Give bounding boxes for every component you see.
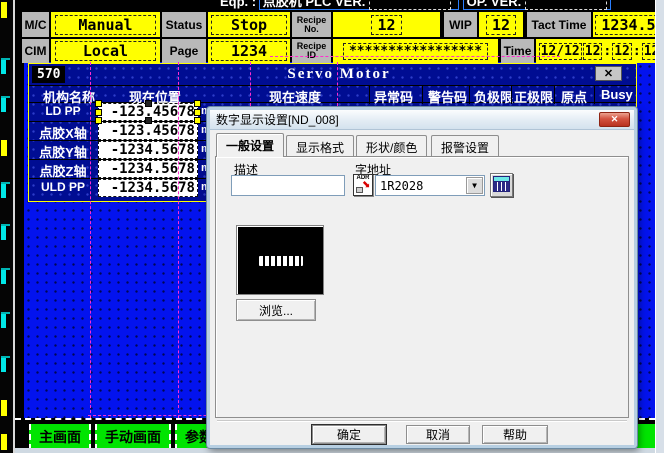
background-fragment	[1, 58, 10, 74]
station-number: 570	[32, 66, 65, 83]
word-address-combo[interactable]: 1R2028 ▼	[375, 175, 485, 196]
word-address-value: 1R2028	[380, 179, 423, 193]
preview-digits	[259, 256, 303, 266]
tab-alarm[interactable]: 报警设置	[431, 135, 499, 156]
background-window-strip	[0, 0, 13, 453]
cim-mode-widget[interactable]: Local	[51, 39, 160, 63]
background-fragment	[1, 182, 10, 198]
servo-window-title: Servo Motor	[254, 66, 424, 83]
browse-button[interactable]: 浏览...	[236, 299, 316, 321]
version-header-clipped: Eqp. : 点胶机 PLC VER. OP. VER.	[24, 0, 655, 10]
background-fragment	[1, 224, 10, 240]
address-picker-button[interactable]: ADR ⬊	[353, 174, 373, 196]
op-ver-label: OP. VER.	[467, 0, 522, 9]
description-input[interactable]	[231, 175, 345, 196]
numeric-display-widget[interactable]: -1234.5678	[98, 179, 198, 197]
background-fragment	[1, 96, 10, 112]
plc-ver-field	[369, 0, 451, 10]
background-fragment	[1, 268, 10, 284]
close-icon: ✕	[604, 67, 613, 80]
background-fragment	[1, 356, 10, 372]
dialog-separator	[217, 420, 627, 422]
eqp-label: Eqp. :	[220, 0, 256, 9]
servo-close-button[interactable]: ✕	[595, 66, 622, 81]
mc-label: M/C	[22, 12, 49, 37]
tab-display-format[interactable]: 显示格式	[286, 135, 354, 156]
recipe-id-widget[interactable]: *****************	[333, 39, 498, 63]
ok-button[interactable]: 确定	[312, 425, 386, 444]
combo-dropdown-button[interactable]: ▼	[466, 177, 483, 194]
mc-mode-widget[interactable]: Manual	[51, 12, 160, 37]
time-label: Time	[501, 39, 534, 63]
recipe-id-label: Recipe ID	[292, 39, 331, 63]
status-label: Status	[162, 12, 206, 37]
col-header-busy: Busy	[601, 87, 633, 102]
background-fragment	[1, 400, 10, 416]
guide-line	[90, 62, 91, 418]
guide-line	[178, 62, 179, 418]
servo-table-header: 机构名称 现在位置 现在速度 异常码 警告码 负极限 正极限 原点 Busy	[29, 85, 636, 103]
time-widget[interactable]: 12/1212:12:12	[536, 39, 664, 63]
dialog-titlebar[interactable]: 数字显示设置[ND_008] ✕	[210, 110, 634, 130]
help-button[interactable]: 帮助	[482, 425, 548, 444]
background-fragment	[1, 312, 10, 328]
tact-time-label: Tact Time	[527, 12, 591, 37]
op-ver-field	[525, 0, 607, 10]
tact-time-widget[interactable]: 1234.5	[593, 12, 664, 37]
guide-line	[250, 62, 251, 106]
page-widget[interactable]: 1234	[208, 39, 290, 63]
recipe-no-widget[interactable]: 12	[333, 12, 440, 37]
close-icon: ✕	[611, 114, 619, 125]
tab-shape-color[interactable]: 形状/颜色	[356, 135, 427, 156]
nav-button-fragment[interactable]	[635, 424, 657, 450]
status-widget[interactable]: Stop	[208, 12, 290, 37]
nav-button-manual-screen[interactable]: 手动画面	[95, 424, 171, 450]
guide-line	[337, 62, 338, 106]
guide-line	[270, 56, 560, 57]
window-right-chrome	[655, 0, 664, 453]
wip-widget[interactable]: 12	[479, 12, 523, 37]
page-label: Page	[162, 39, 206, 63]
dialog-title: 数字显示设置[ND_008]	[210, 111, 339, 128]
numeric-display-widget[interactable]: -1234.5678	[98, 160, 198, 178]
chevron-down-icon: ▼	[472, 181, 477, 190]
tab-general[interactable]: 一般设置	[216, 133, 284, 157]
nav-button-main-screen[interactable]: 主画面	[29, 424, 91, 450]
recipe-no-label: Recipe No.	[292, 12, 331, 37]
numeric-display-widget[interactable]: -123.45678	[98, 122, 198, 140]
plc-ver-label: PLC VER.	[305, 0, 365, 9]
background-fragment	[1, 140, 10, 156]
window-bottom-chrome	[15, 448, 655, 453]
cancel-button[interactable]: 取消	[406, 425, 470, 444]
calculator-button[interactable]	[490, 173, 513, 197]
numeric-display-widget[interactable]: -1234.5678	[98, 141, 198, 159]
numeric-display-settings-dialog: 数字显示设置[ND_008] ✕ 一般设置 显示格式 形状/颜色 报警设置 描述…	[207, 107, 637, 448]
calculator-keys-icon	[493, 181, 510, 192]
adr-box-icon	[356, 187, 363, 193]
widget-preview	[236, 225, 324, 295]
eqp-value: 点胶机	[263, 0, 302, 9]
dialog-close-button[interactable]: ✕	[599, 112, 630, 127]
numeric-display-widget-selected[interactable]: -123.45678	[98, 103, 198, 121]
background-fragment	[1, 2, 10, 18]
background-fragment	[1, 434, 10, 450]
cim-label: CIM	[22, 39, 49, 63]
wip-label: WIP	[444, 12, 477, 37]
